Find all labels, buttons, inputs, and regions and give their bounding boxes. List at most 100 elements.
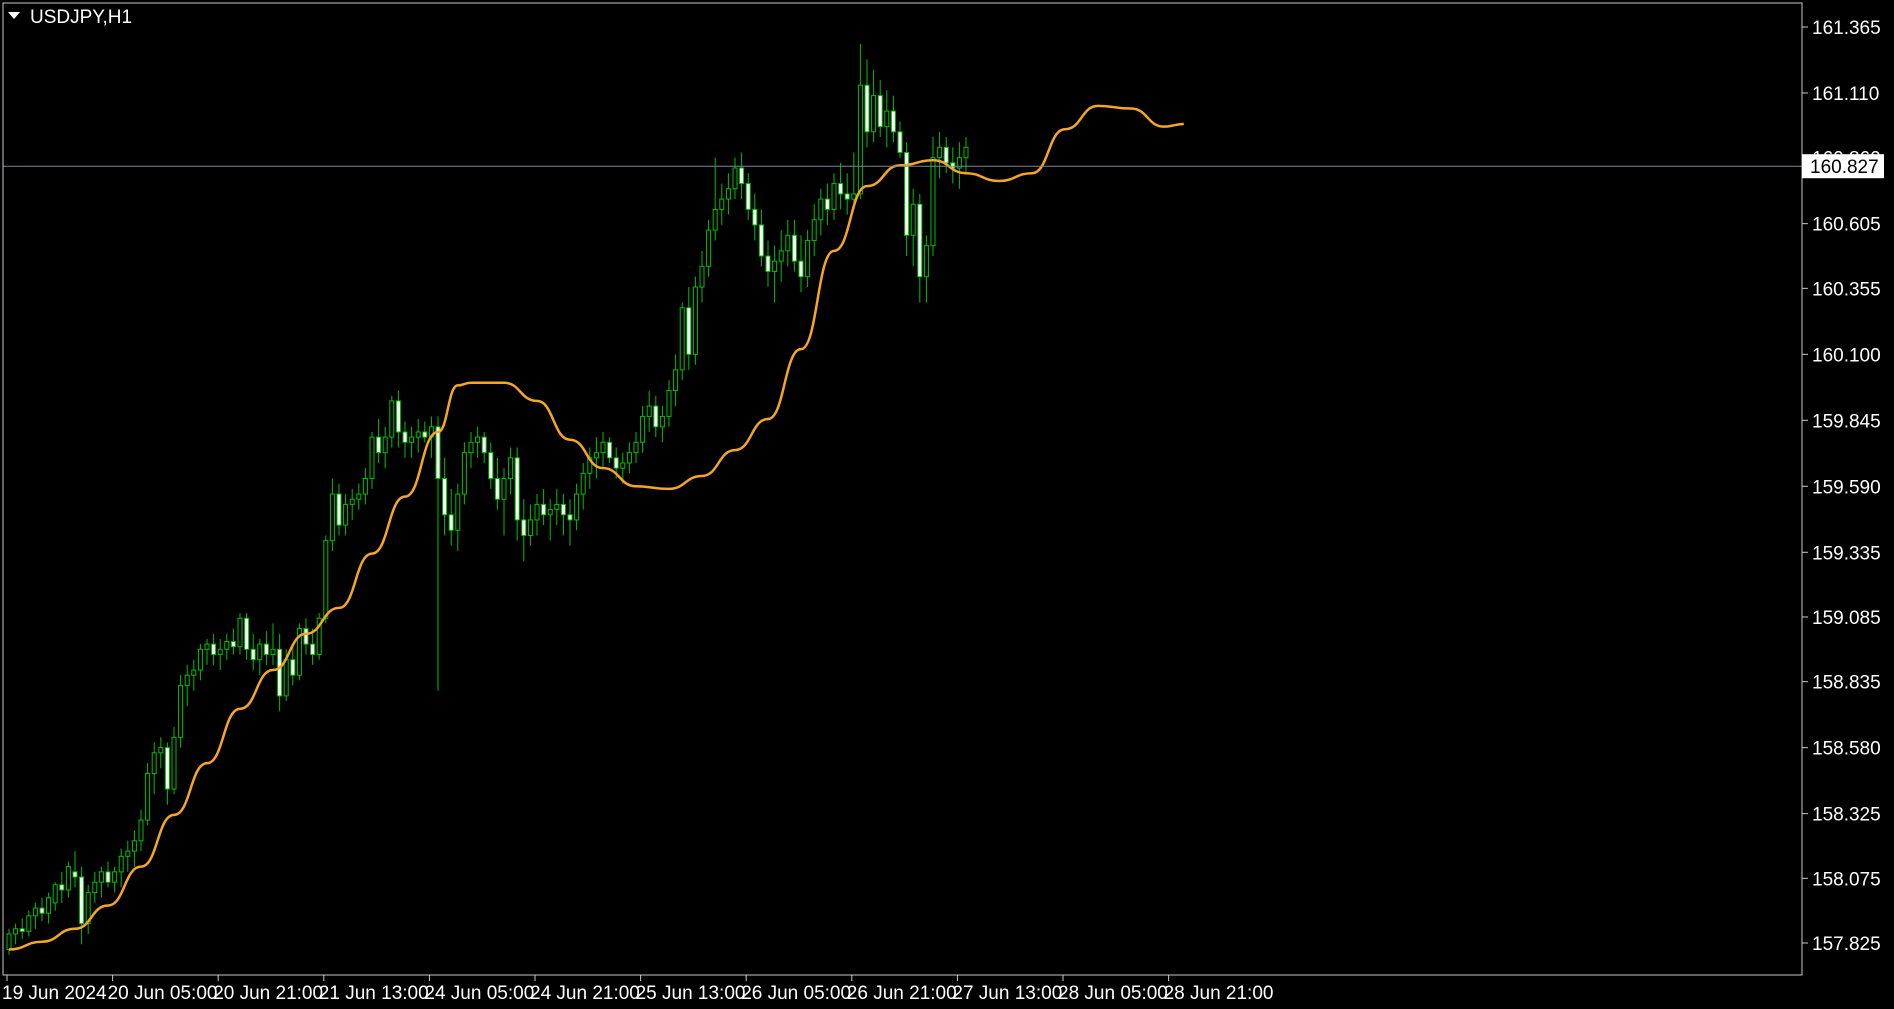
- candle-body-bull: [475, 436, 481, 443]
- candle-body-bull: [224, 641, 230, 650]
- candle-body-bull: [415, 431, 421, 438]
- candle-body-bear: [442, 478, 448, 516]
- candle-body-bull: [547, 509, 553, 516]
- x-tick-label: 26 Jun 05:00: [741, 983, 851, 1004]
- candle-body-bull: [468, 441, 474, 454]
- candle-body-bear: [739, 167, 745, 185]
- candle-body-bull: [197, 648, 203, 671]
- candle-body-bull: [534, 503, 540, 521]
- candle-body-bull: [145, 773, 151, 821]
- candle-body-bull: [112, 871, 118, 883]
- candle-body-bull: [184, 674, 190, 687]
- candle-body-bull: [580, 472, 586, 495]
- candle-body-bear: [230, 641, 236, 648]
- candle-body-bull: [937, 146, 943, 159]
- candle-body-bull: [666, 390, 672, 417]
- candle-body-bull: [92, 881, 98, 894]
- candle-body-bull: [26, 915, 32, 932]
- candle-body-bull: [329, 493, 335, 542]
- candle-body-bull: [501, 478, 507, 500]
- candle-body-bear: [481, 436, 487, 454]
- candle-body-bull: [719, 198, 725, 210]
- candle-body-bull: [831, 183, 837, 210]
- x-tick-label: 19 Jun 2024: [2, 983, 107, 1004]
- candle-body-bear: [897, 131, 903, 153]
- candle-body-bear: [448, 514, 454, 531]
- candle-body-bull: [171, 736, 177, 790]
- candle-body-bull: [343, 503, 349, 526]
- candle-body-bull: [461, 452, 467, 495]
- candle-body-bear: [164, 747, 170, 790]
- candle-body-bear: [494, 478, 500, 500]
- candle-body-bull: [778, 250, 784, 262]
- candle-body-bull: [673, 369, 679, 392]
- x-tick-label: 21 Jun 13:00: [319, 983, 429, 1004]
- y-tick-label: 161.365: [1812, 18, 1881, 39]
- candle-body-bull: [871, 95, 877, 133]
- candle-body-bear: [798, 260, 804, 278]
- y-tick-label: 157.825: [1812, 934, 1881, 955]
- candle-body-bull: [178, 685, 184, 738]
- y-tick-label: 160.355: [1812, 279, 1881, 300]
- candle-body-bull: [725, 188, 731, 200]
- x-tick-label: 27 Jun 13:00: [952, 983, 1062, 1004]
- candle-body-bull: [237, 617, 243, 648]
- candle-body-bull: [554, 503, 560, 511]
- candle-body-bull: [699, 265, 705, 288]
- y-tick-label: 158.580: [1812, 739, 1881, 760]
- candle-body-bull: [257, 643, 263, 661]
- candle-body-bull: [13, 928, 19, 935]
- candle-body-bear: [263, 643, 269, 655]
- candle-body-bull: [884, 110, 890, 128]
- candle: [323, 535, 329, 624]
- candle-body-bear: [488, 452, 494, 480]
- candle-body-bull: [620, 462, 626, 469]
- candle-body-bear: [890, 110, 896, 133]
- x-tick-label: 28 Jun 05:00: [1058, 983, 1168, 1004]
- candle-body-bear: [435, 426, 441, 480]
- candle-body-bull: [732, 167, 738, 190]
- candle-body-bull: [369, 436, 375, 480]
- candle: [296, 623, 302, 681]
- candle-body-bear: [844, 193, 850, 200]
- candle-body-bull: [158, 747, 164, 754]
- candle-body-bear: [686, 307, 692, 355]
- candle-body-bull: [659, 415, 665, 428]
- candle-body-bull: [930, 157, 936, 247]
- candle-body-bull: [646, 405, 652, 417]
- candle-body-bear: [72, 871, 78, 878]
- candle-body-bull: [382, 436, 388, 454]
- candle-body-bear: [607, 441, 613, 459]
- candle-body-bear: [105, 871, 111, 883]
- price-label-text: 160.827: [1810, 157, 1879, 178]
- candle-body-bull: [191, 669, 197, 676]
- candle-body-bull: [508, 457, 514, 480]
- x-tick-label: 20 Jun 05:00: [108, 983, 218, 1004]
- candle-body-bull: [593, 452, 599, 459]
- x-tick-label: 24 Jun 05:00: [424, 983, 534, 1004]
- candle-body-bear: [514, 457, 520, 521]
- candle-body-bull: [125, 850, 131, 857]
- candle-body-bear: [613, 457, 619, 469]
- candle-body-bull: [811, 219, 817, 241]
- candle-body-bull: [527, 519, 533, 536]
- candle-body-bull: [857, 84, 863, 195]
- candle-body-bull: [52, 884, 58, 904]
- y-tick-label: 158.325: [1812, 805, 1881, 826]
- candle-body-bear: [824, 198, 830, 210]
- candle: [178, 675, 184, 748]
- candle-body-bull: [138, 819, 144, 842]
- y-tick-label: 158.835: [1812, 673, 1881, 694]
- y-tick-label: 159.335: [1812, 543, 1881, 564]
- candle-body-bull: [283, 659, 289, 697]
- candle-body-bull: [633, 441, 639, 454]
- candle-body-bull: [151, 752, 157, 775]
- candle-body-bear: [402, 431, 408, 443]
- price-chart[interactable]: 161.365161.110160.860160.605160.355160.1…: [0, 0, 1894, 1009]
- y-tick-label: 161.110: [1812, 84, 1879, 105]
- candle-body-bear: [745, 183, 751, 210]
- candle-body-bear: [290, 659, 296, 676]
- candle-body-bear: [877, 95, 883, 128]
- candle-body-bear: [521, 519, 527, 536]
- candle-body-bear: [39, 907, 45, 914]
